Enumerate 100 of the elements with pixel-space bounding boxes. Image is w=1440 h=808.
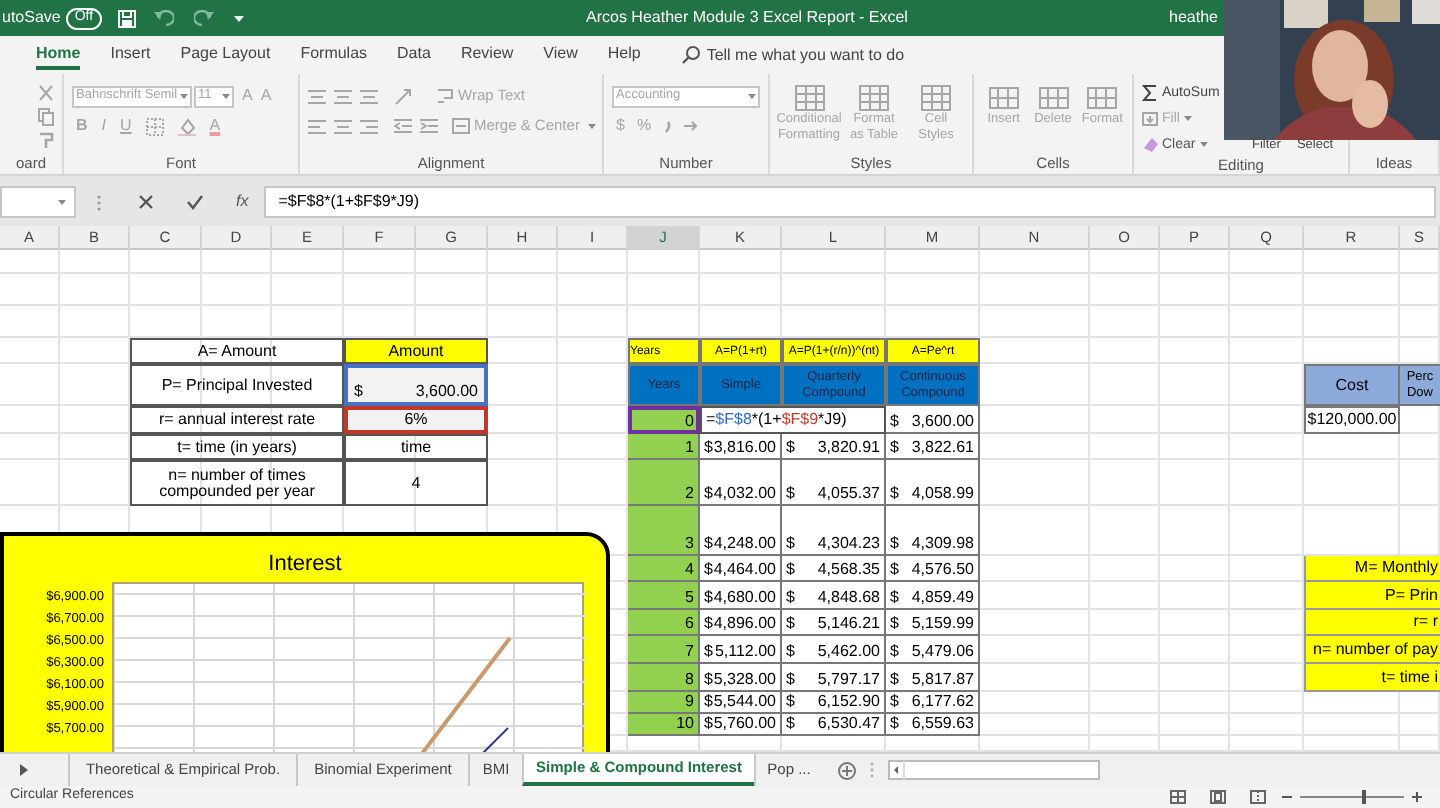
undo-icon[interactable] [153,10,174,26]
table-cell: $3,816.00 [700,434,782,460]
table-cell: M= Monthly [1304,556,1440,582]
redo-icon[interactable] [193,10,214,26]
ribbon-tab[interactable]: Formulas [300,40,368,70]
table-cell: $ 3,820.91 [782,434,886,460]
table-cell: $ 5,817.87 [886,664,980,692]
table-cell: 7 [628,636,700,664]
ribbon-tab[interactable]: View [543,40,578,70]
table-cell: 5 [628,582,700,610]
table-icon [1086,84,1119,112]
table-header: Cost [1304,364,1400,406]
tell-me-field[interactable]: Tell me what you want to do [706,43,905,67]
table-icon [987,84,1020,112]
table-cell: n= number of times compounded per year [130,460,344,506]
table-cell: 10 [628,714,700,736]
ribbon-tab[interactable]: Review [460,40,514,70]
eraser-icon [1142,135,1158,154]
zoom-out-icon[interactable] [1282,792,1292,802]
drag-handle-icon [96,193,102,211]
table-cell: $ 6,559.63 [886,714,980,736]
add-sheet-icon[interactable] [838,761,856,779]
table-cell: 4 [628,556,700,582]
table-cell: $ 3,822.61 [886,434,980,460]
table-cell: $ 6,177.62 [886,692,980,714]
table-cell: $120,000.00 [1304,406,1400,434]
table-cell: 4 [344,460,488,506]
table-cell: $ 5,797.17 [782,664,886,692]
table-cell: $ 4,055.37 [782,460,886,506]
page-break-icon[interactable] [1250,790,1266,804]
caret-icon [1183,116,1192,122]
table-cell: $ 4,309.98 [886,506,980,556]
table-cell: $ 6,152.90 [782,692,886,714]
sum-icon [1142,84,1158,103]
table-cell: 8 [628,664,700,692]
table-cell: $ 4,304.23 [782,506,886,556]
table-cell: $ 5,479.06 [886,636,980,664]
cell-editor: =$F$8*(1+$F$9*J9) [700,406,886,434]
table-cell: $5,544.00 [700,692,782,714]
table-cell: $ 5,159.99 [886,610,980,636]
table-cell: Amount [344,338,488,364]
table-cell: 1 [628,434,700,460]
autosave-label: utoSave [2,6,61,30]
table-cell: $ 5,146.21 [782,610,886,636]
table-cell: $ 5,462.00 [782,636,886,664]
save-icon[interactable] [117,9,136,27]
customize-icon[interactable] [233,14,244,22]
table-cell: P= Prin [1304,582,1440,610]
normal-view-icon[interactable] [1170,790,1186,804]
table-icon [793,84,825,112]
table-cell: t= time i [1304,664,1440,692]
window-title: Arcos Heather Module 3 Excel Report - Excel [586,6,908,30]
formula-field[interactable]: =$F$8*(1+$F$9*J9) [264,186,1436,218]
horizontal-scrollbar[interactable] [888,760,1100,780]
table-icon [858,84,890,112]
caret-icon[interactable] [222,93,230,99]
table-cell: 2 [628,460,700,506]
search-icon[interactable] [682,46,701,64]
table-cell: 0 [628,406,700,434]
table-cell: P= Principal Invested [130,364,344,406]
table-icon [920,84,952,112]
caret-icon[interactable] [748,93,756,99]
table-cell: $4,464.00 [700,556,782,582]
table-cell: A= Amount [130,338,344,364]
table-cell: r= r [1304,610,1440,636]
table-cell: $ 3,600.00 [886,406,980,434]
name-box[interactable] [0,186,76,218]
wrap-icon[interactable] [438,88,454,104]
table-cell: $ 4,859.49 [886,582,980,610]
drag-handle-icon [870,762,874,778]
table-cell: $5,760.00 [700,714,782,736]
table-cell: $ 4,568.35 [782,556,886,582]
caret-icon[interactable] [180,93,188,99]
table-cell: $ 4,576.50 [886,556,980,582]
table-cell: $ 4,848.68 [782,582,886,610]
cancel-icon[interactable] [138,194,154,210]
table-cell: $ 6,530.47 [782,714,886,736]
caret-icon[interactable] [58,199,68,205]
ribbon-tab[interactable]: Help [607,40,641,70]
confirm-icon[interactable] [186,194,204,210]
caret-icon[interactable] [587,123,596,129]
table-icon [1037,84,1069,112]
table-cell: t= time (in years) [130,434,344,460]
table-cell: $5,328.00 [700,664,782,692]
next-sheet-icon[interactable] [20,764,28,776]
zoom-in-icon[interactable] [1412,792,1422,802]
table-cell: n= number of pay [1304,636,1440,664]
ribbon-tab[interactable]: Page Layout [180,40,271,70]
table-cell: 6 [628,610,700,636]
merge-icon[interactable] [452,118,470,134]
ribbon-tab[interactable]: Data [397,40,431,70]
ribbon-tab[interactable]: Home [36,40,81,70]
ribbon-tab[interactable]: Insert [110,40,151,70]
table-cell: $4,896.00 [700,610,782,636]
page-layout-icon[interactable] [1210,790,1226,804]
table-cell: 6% [344,406,488,434]
insert-function-button[interactable]: fx [236,190,249,214]
table-cell: $5,112.00 [700,636,782,664]
table-cell: time [344,434,488,460]
table-cell: $4,248.00 [700,506,782,556]
